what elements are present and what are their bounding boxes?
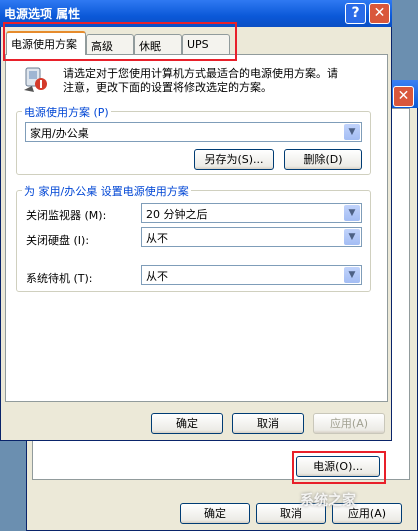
chevron-down-icon: ▼ (344, 205, 360, 221)
delete-button[interactable]: 删除(D) (284, 149, 362, 170)
power-scheme-select[interactable]: 家用/办公桌 ▼ (25, 122, 362, 142)
help-button[interactable]: ? (345, 3, 366, 24)
system-standby-value: 从不 (146, 270, 168, 283)
power-plug-icon (24, 67, 47, 92)
chevron-down-icon: ▼ (344, 267, 360, 283)
hard-disk-off-value: 从不 (146, 232, 168, 245)
monitor-off-label: 关闭监视器 (M): (26, 209, 107, 222)
intro-text-line2: 注意，更改下面的设置将修改选定的方案。 (63, 81, 272, 94)
save-as-button[interactable]: 另存为(S)... (194, 149, 274, 170)
monitor-off-select[interactable]: 20 分钟之后 ▼ (141, 203, 362, 223)
background-close-button[interactable]: ✕ (393, 86, 414, 107)
cancel-button[interactable]: 取消 (232, 413, 304, 434)
watermark: 系统之家 (300, 493, 356, 509)
highlight-box-power (292, 451, 386, 484)
chevron-down-icon: ▼ (344, 124, 360, 140)
scheme-settings-group-label: 为 家用/办公桌 设置电源使用方案 (22, 183, 191, 199)
hard-disk-off-select[interactable]: 从不 ▼ (141, 227, 362, 247)
ok-button[interactable]: 确定 (151, 413, 223, 434)
hard-disk-off-label: 关闭硬盘 (I): (26, 234, 90, 247)
system-standby-label: 系统待机 (T): (26, 272, 93, 285)
power-scheme-group-label: 电源使用方案 (P) (22, 104, 111, 120)
monitor-off-value: 20 分钟之后 (146, 208, 208, 221)
power-scheme-select-value: 家用/办公桌 (30, 127, 89, 140)
apply-button[interactable]: 应用(A) (313, 413, 385, 434)
system-standby-select[interactable]: 从不 ▼ (141, 265, 362, 285)
background-ok-button[interactable]: 确定 (180, 503, 250, 524)
dialog-title: 电源选项 属性 (4, 7, 81, 21)
chevron-down-icon: ▼ (344, 229, 360, 245)
close-button[interactable]: ✕ (369, 3, 390, 24)
highlight-box-tabs (3, 22, 237, 61)
